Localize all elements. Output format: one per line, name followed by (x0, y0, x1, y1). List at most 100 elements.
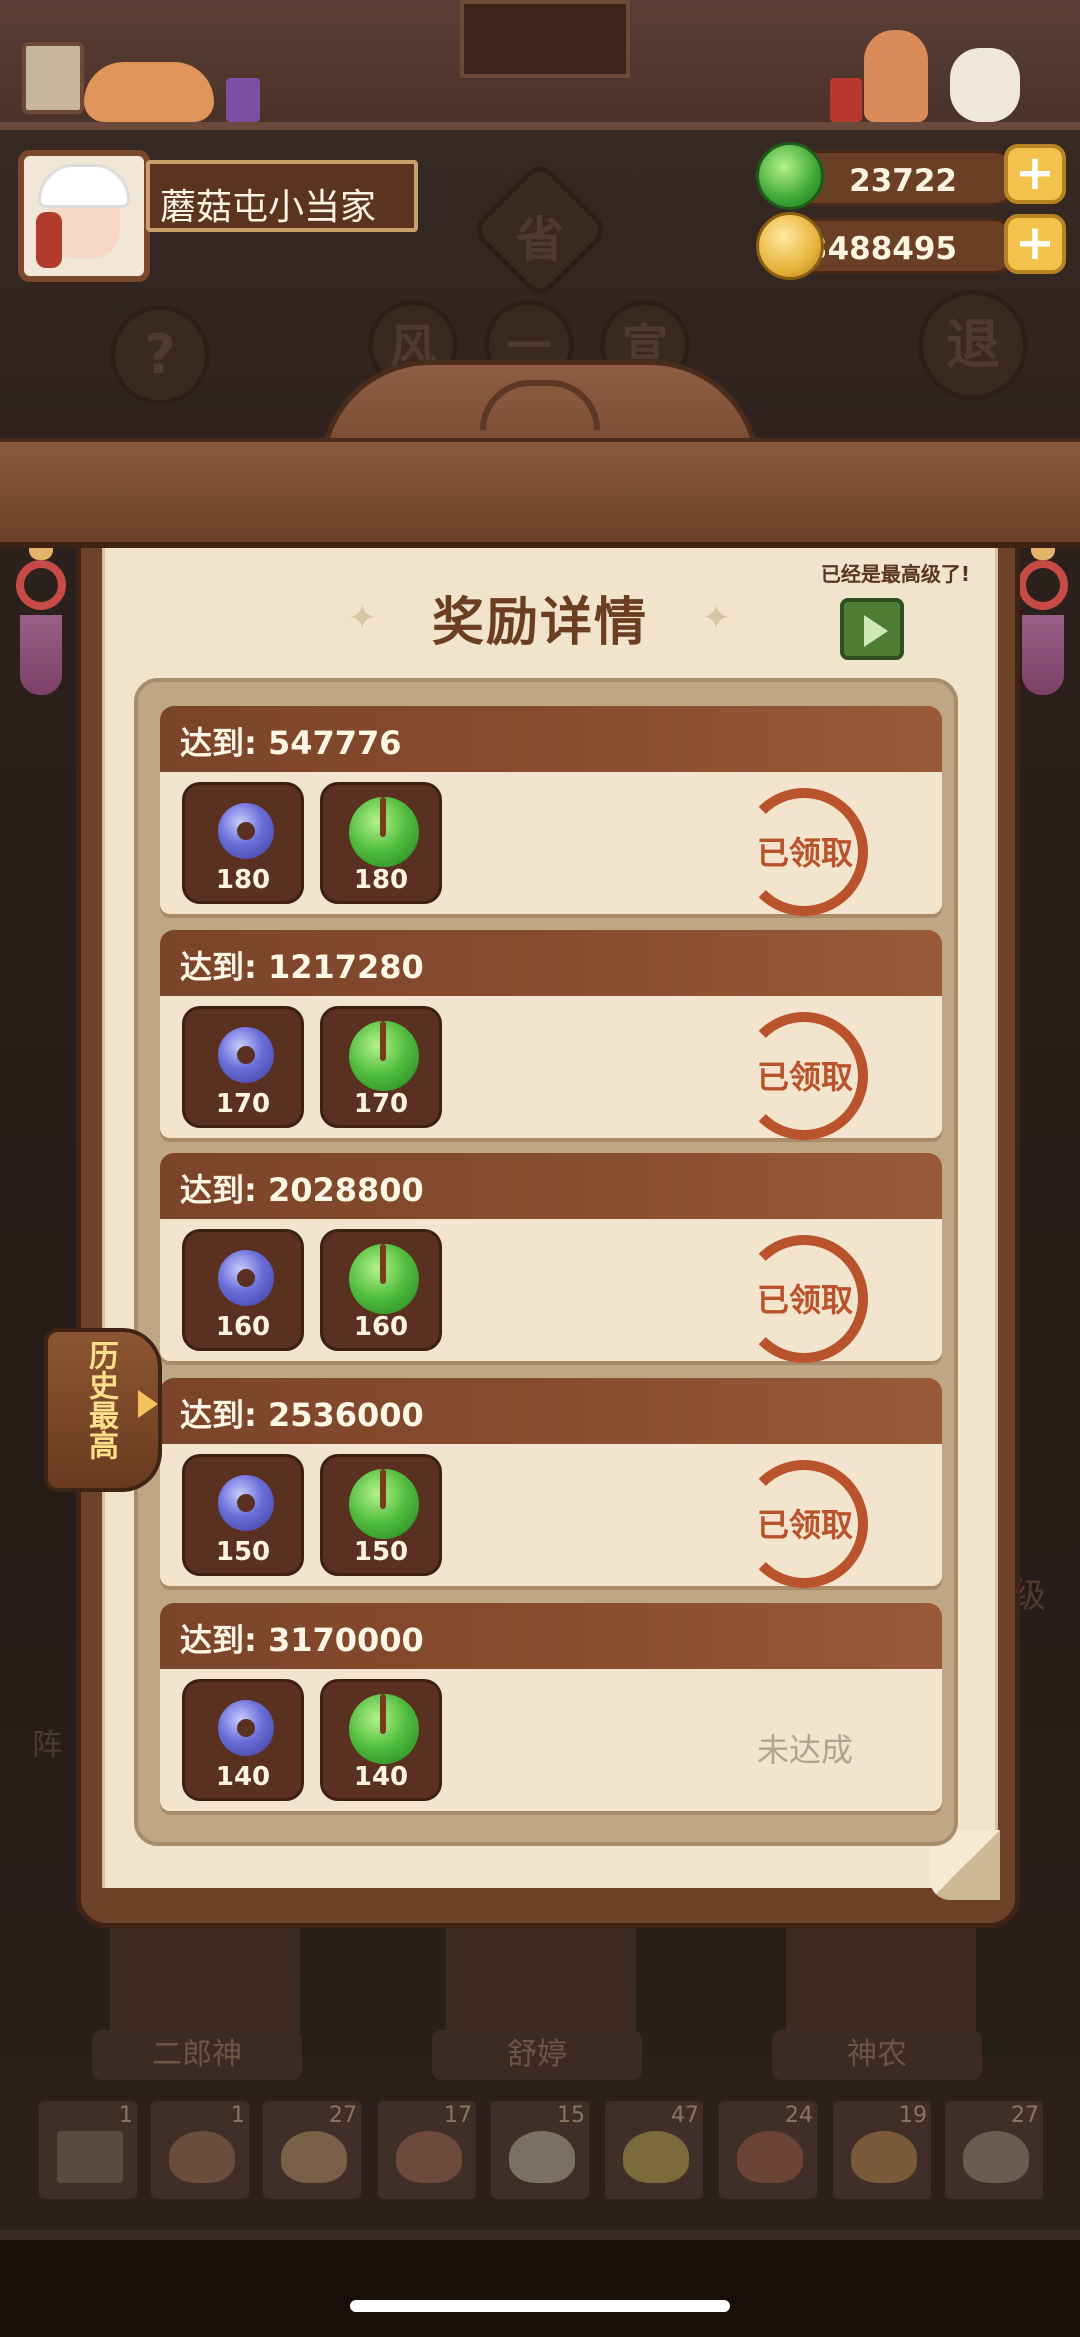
item-count: 150 (353, 1537, 409, 1567)
green-jade-item[interactable]: 150 (320, 1454, 442, 1576)
blue-jade-icon (218, 803, 274, 859)
cat-decoration-icon (84, 62, 214, 122)
inventory-slot[interactable]: 47 (602, 2098, 706, 2202)
character-name: 二郎神 (92, 2030, 302, 2080)
inventory-slot[interactable]: 1 (36, 2098, 140, 2202)
recipe-icon (57, 2131, 123, 2183)
bun-icon (509, 2131, 575, 2183)
dishes-icon (396, 2131, 462, 2183)
avatar-hair (36, 212, 62, 268)
green-jade-item[interactable]: 160 (320, 1229, 442, 1351)
cake-icon (281, 2131, 347, 2183)
reward-threshold: 达到: 2028800 (180, 1171, 424, 1209)
home-indicator[interactable] (350, 2300, 730, 2312)
player-avatar[interactable] (18, 150, 150, 282)
item-count: 170 (353, 1089, 409, 1119)
spool-icon (226, 78, 260, 122)
avatar-cap (38, 164, 130, 208)
inventory-slot[interactable]: 27 (942, 2098, 1046, 2202)
inventory-count: 19 (899, 2103, 927, 2128)
frame-beam (0, 438, 1080, 548)
portrait-frame-icon (460, 0, 630, 78)
inventory-slot[interactable]: 17 (375, 2098, 479, 2202)
play-icon (864, 615, 888, 647)
max-level-note: 已经是最高级了! (820, 562, 970, 586)
cat-white-decoration-icon (950, 48, 1020, 122)
character-name: 舒婷 (432, 2030, 642, 2080)
inventory-slot[interactable]: 1 (148, 2098, 252, 2202)
inventory-count: 17 (444, 2103, 472, 2128)
reward-row-header: 达到: 2028800 (160, 1153, 942, 1219)
shelf-divider (0, 122, 1080, 130)
item-count: 160 (215, 1312, 271, 1342)
blue-jade-item[interactable]: 140 (182, 1679, 304, 1801)
spool-red-icon (830, 78, 862, 122)
inventory-slot[interactable]: 24 (716, 2098, 820, 2202)
coin-icon (756, 212, 824, 280)
soup-icon (963, 2131, 1029, 2183)
green-jade-icon (349, 1244, 419, 1314)
reward-row-header: 达到: 3170000 (160, 1603, 942, 1669)
inventory-count: 24 (785, 2103, 813, 2128)
history-high-label: 历史最高 (83, 1340, 118, 1460)
green-jade-item[interactable]: 180 (320, 782, 442, 904)
character-name: 神农 (772, 2030, 982, 2080)
reward-status: 未达成 (756, 1731, 853, 1769)
reward-threshold: 达到: 2536000 (180, 1396, 424, 1434)
item-count: 160 (353, 1312, 409, 1342)
reward-status: 已领取 (756, 1506, 853, 1544)
player-name: 蘑菇屯小当家 (160, 187, 377, 228)
noodle-icon (851, 2131, 917, 2183)
reward-status: 已领取 (756, 1058, 853, 1096)
inventory-count: 1 (119, 2103, 133, 2128)
sparkle-right-icon: ✦ (702, 598, 731, 638)
green-jade-icon (349, 1469, 419, 1539)
doll-decoration-icon (864, 30, 928, 122)
jade-icon (756, 142, 824, 210)
bottom-bar (0, 2240, 1080, 2337)
blue-jade-icon (218, 1700, 274, 1756)
blue-jade-icon (218, 1250, 274, 1306)
reward-row: 达到: 3170000 140 140 未达成 (160, 1603, 942, 1811)
add-jade-button[interactable]: + (1004, 144, 1066, 204)
blue-jade-item[interactable]: 160 (182, 1229, 304, 1351)
player-name-box[interactable]: 蘑菇屯小当家 (146, 160, 418, 232)
reward-threshold: 达到: 547776 (180, 724, 402, 762)
green-jade-item[interactable]: 170 (320, 1006, 442, 1128)
reward-row: 达到: 1217280 170 170 已领取 (160, 930, 942, 1140)
inventory-count: 1 (231, 2103, 245, 2128)
add-coins-button[interactable]: + (1004, 214, 1066, 274)
item-count: 150 (215, 1537, 271, 1567)
blue-jade-icon (218, 1475, 274, 1531)
inventory-slot[interactable]: 27 (260, 2098, 364, 2202)
item-count: 180 (215, 865, 271, 895)
reward-row: 达到: 2536000 150 150 已领取 (160, 1378, 942, 1588)
green-jade-icon (349, 1694, 419, 1764)
reward-row: 达到: 547776 180 180 已领取 (160, 706, 942, 916)
inventory-count: 27 (1011, 2103, 1039, 2128)
drink-icon (623, 2131, 689, 2183)
inventory-slot[interactable]: 15 (488, 2098, 592, 2202)
item-count: 170 (215, 1089, 271, 1119)
history-high-tab[interactable]: 历史最高 (44, 1328, 162, 1492)
play-button[interactable] (840, 598, 904, 660)
inventory-count: 15 (557, 2103, 585, 2128)
inventory-slot[interactable]: 19 (830, 2098, 934, 2202)
reward-threshold: 达到: 3170000 (180, 1621, 424, 1659)
bowl-icon (737, 2131, 803, 2183)
green-jade-item[interactable]: 140 (320, 1679, 442, 1801)
reward-row: 达到: 2028800 160 160 已领取 (160, 1153, 942, 1363)
scroll-icon (22, 42, 84, 114)
blue-jade-item[interactable]: 180 (182, 782, 304, 904)
green-jade-icon (349, 1021, 419, 1091)
item-count: 140 (215, 1762, 271, 1792)
reward-threshold: 达到: 1217280 (180, 948, 424, 986)
reward-row-header: 达到: 1217280 (160, 930, 942, 996)
item-count: 180 (353, 865, 409, 895)
reward-row-header: 达到: 547776 (160, 706, 942, 772)
reward-row-header: 达到: 2536000 (160, 1378, 942, 1444)
green-jade-icon (349, 797, 419, 867)
inventory-count: 27 (329, 2103, 357, 2128)
blue-jade-item[interactable]: 170 (182, 1006, 304, 1128)
blue-jade-item[interactable]: 150 (182, 1454, 304, 1576)
